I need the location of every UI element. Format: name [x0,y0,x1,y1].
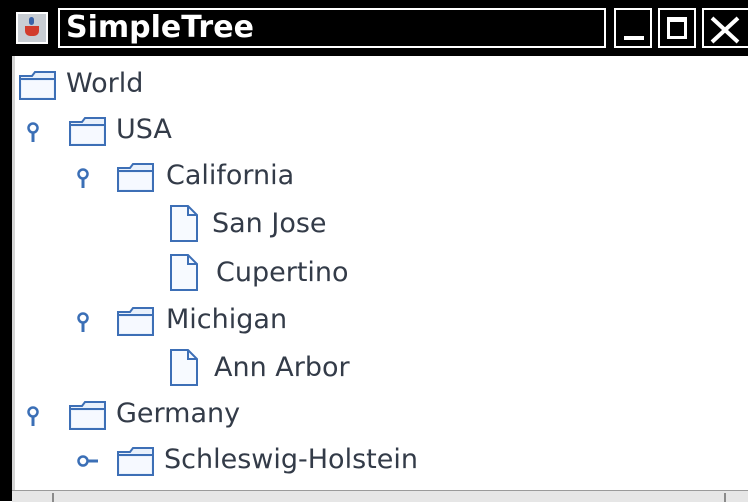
tree-node-label: Cupertino [216,257,349,288]
title-bar[interactable]: SimpleTree [0,0,748,56]
tree-node-label: USA [116,114,172,145]
folder-icon [117,307,154,336]
folder-icon [69,117,106,146]
tree-node-label: Ann Arbor [214,352,350,383]
tree-node-cupertino[interactable]: Cupertino [0,251,740,295]
tree-node-california[interactable]: California [0,154,740,198]
tree-node-michigan[interactable]: Michigan [0,298,740,342]
expanded-handle-icon[interactable] [76,312,90,334]
folder-icon [19,71,56,100]
minimize-button[interactable] [614,8,652,48]
collapsed-handle-icon[interactable] [76,454,100,468]
window-title: SimpleTree [66,10,254,45]
tree-node-label: California [166,160,295,191]
tree-node-label: World [66,68,144,99]
maximize-button[interactable] [658,8,696,48]
tree-node-usa[interactable]: USA [0,108,740,152]
tree-view[interactable]: World USA California San Jose Cupertino … [0,56,748,490]
close-icon [710,16,740,44]
folder-icon [69,401,106,430]
expanded-handle-icon[interactable] [76,168,90,190]
folder-icon [117,447,154,476]
maximize-icon [667,17,687,39]
folder-icon [117,163,154,192]
tree-node-ann-arbor[interactable]: Ann Arbor [0,346,740,390]
horizontal-scrollbar[interactable] [12,490,748,502]
tree-node-label: Schleswig-Holstein [164,444,418,475]
close-button[interactable] [702,8,748,48]
file-icon [170,349,198,386]
file-icon [170,205,198,242]
java-app-icon[interactable] [16,12,48,44]
minimize-icon [624,36,644,40]
expanded-handle-icon[interactable] [26,122,40,144]
tree-node-label: Germany [116,398,241,429]
tree-node-label: Michigan [166,304,288,335]
tree-node-schleswig-holstein[interactable]: Schleswig-Holstein [0,438,740,482]
tree-node-san-jose[interactable]: San Jose [0,202,740,246]
file-icon [170,254,198,291]
expanded-handle-icon[interactable] [26,406,40,428]
tree-node-label: San Jose [212,208,327,239]
app-window: SimpleTree World USA California San Jose… [0,0,748,502]
tree-node-germany[interactable]: Germany [0,392,740,436]
tree-node-world[interactable]: World [0,62,740,106]
